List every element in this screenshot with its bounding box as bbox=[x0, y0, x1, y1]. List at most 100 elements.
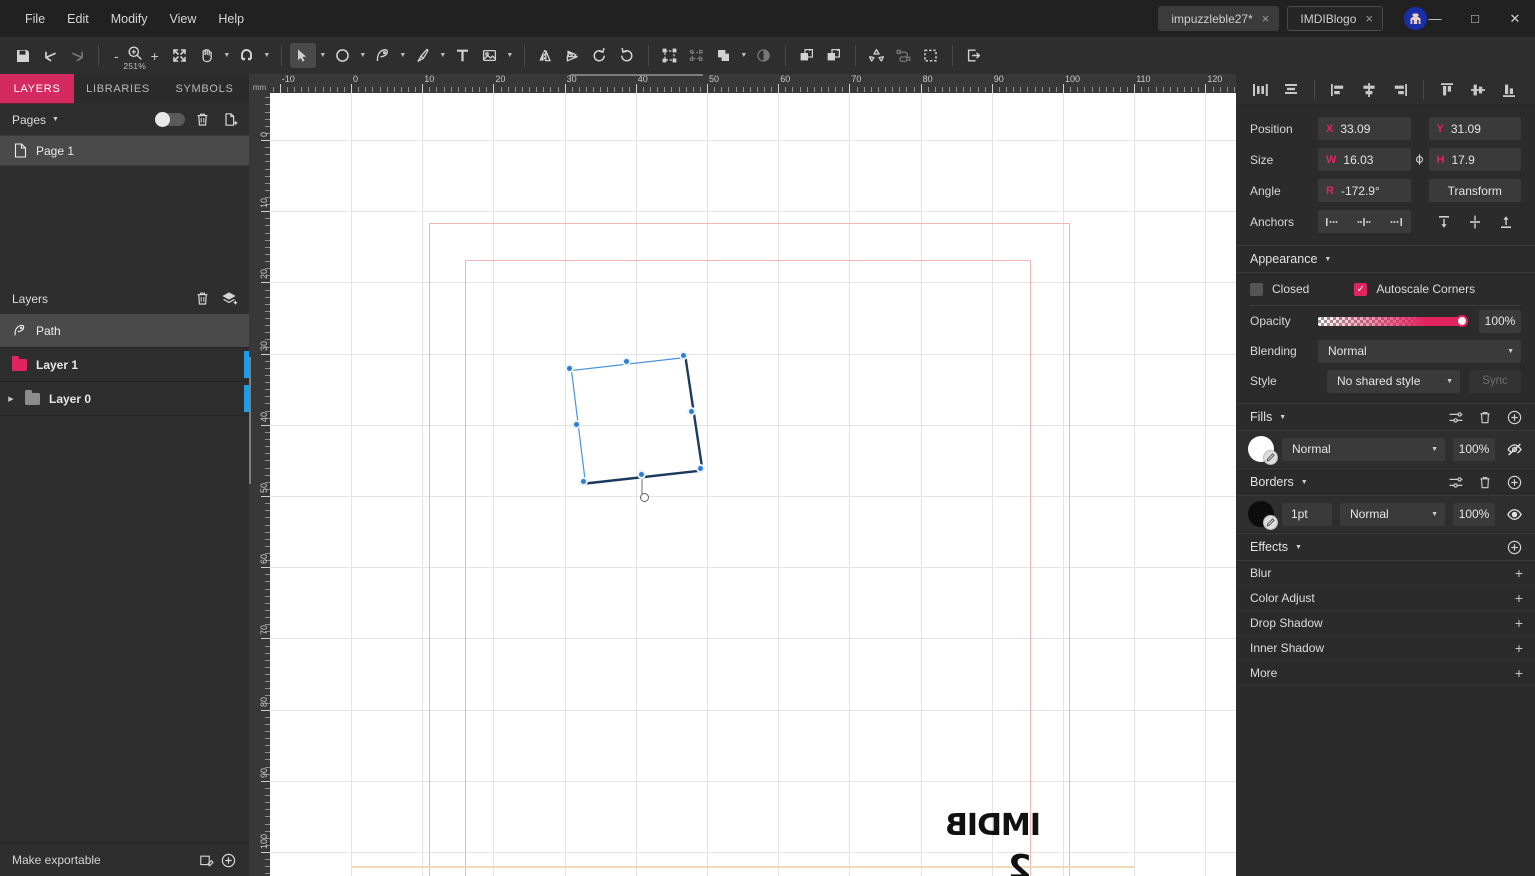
tab-layers[interactable]: LAYERS bbox=[0, 74, 74, 103]
selection-handle[interactable] bbox=[687, 407, 696, 416]
link-ratio-icon[interactable] bbox=[1411, 152, 1429, 167]
flip-horizontal-icon[interactable] bbox=[533, 43, 559, 68]
add-effect-icon[interactable]: + bbox=[1515, 641, 1523, 655]
bring-to-front-icon[interactable] bbox=[794, 43, 820, 68]
layer-row-layer-1[interactable]: Layer 1 bbox=[0, 348, 249, 382]
window-close-button[interactable]: ✕ bbox=[1495, 0, 1535, 37]
flip-vertical-icon[interactable] bbox=[560, 43, 586, 68]
chevron-right-icon[interactable]: ▶ bbox=[6, 395, 16, 403]
selection-handle[interactable] bbox=[571, 420, 581, 429]
border-opacity-input[interactable]: 100% bbox=[1453, 502, 1495, 526]
effect-row-more[interactable]: More + bbox=[1236, 661, 1535, 686]
sliders-icon[interactable] bbox=[1445, 471, 1467, 493]
zoom-out-button[interactable]: - bbox=[111, 48, 122, 64]
menu-view[interactable]: View bbox=[159, 8, 208, 30]
anchor-center-icon[interactable] bbox=[1351, 211, 1378, 232]
fills-section-header[interactable]: Fills ▼ bbox=[1236, 403, 1535, 431]
selection-handle[interactable] bbox=[564, 363, 574, 373]
opacity-slider-handle[interactable] bbox=[1456, 314, 1468, 327]
align-left-icon[interactable] bbox=[1323, 78, 1353, 102]
plus-circle-icon[interactable] bbox=[1503, 536, 1525, 558]
marquee-icon[interactable] bbox=[918, 43, 944, 68]
plus-circle-icon[interactable] bbox=[217, 849, 239, 871]
send-to-back-icon[interactable] bbox=[821, 43, 847, 68]
menu-modify[interactable]: Modify bbox=[100, 8, 159, 30]
size-h-input[interactable]: H 17.9 bbox=[1428, 148, 1521, 171]
trash-icon[interactable] bbox=[1474, 471, 1496, 493]
add-effect-icon[interactable]: + bbox=[1515, 666, 1523, 680]
layer-row-path[interactable]: Path bbox=[0, 314, 249, 348]
size-w-input[interactable]: W 16.03 bbox=[1318, 148, 1411, 171]
image-tool-icon[interactable] bbox=[477, 43, 503, 68]
vertical-ruler[interactable]: 0 10 20 30 40 50 60 70 80 90 100 bbox=[249, 93, 270, 876]
add-effect-icon[interactable]: + bbox=[1515, 591, 1523, 605]
layer-row-layer-0[interactable]: ▶ Layer 0 bbox=[0, 382, 249, 416]
selection-handle[interactable] bbox=[578, 476, 588, 486]
chevron-down-icon[interactable]: ▼ bbox=[1295, 544, 1302, 551]
list-item[interactable]: Page 1 bbox=[0, 135, 249, 166]
chevron-down-icon[interactable]: ▼ bbox=[357, 43, 369, 68]
text-tool-icon[interactable] bbox=[450, 43, 476, 68]
trash-icon[interactable] bbox=[191, 288, 213, 310]
appearance-section-header[interactable]: Appearance ▼ bbox=[1236, 245, 1535, 273]
effect-row-drop-shadow[interactable]: Drop Shadow + bbox=[1236, 611, 1535, 636]
position-x-input[interactable]: X 33.09 bbox=[1318, 117, 1411, 140]
trash-icon[interactable] bbox=[191, 109, 213, 131]
distribute-horizontal-icon[interactable] bbox=[1245, 78, 1275, 102]
chevron-down-icon[interactable]: ▼ bbox=[437, 43, 449, 68]
selection-handle[interactable] bbox=[621, 357, 631, 366]
align-center-v-icon[interactable] bbox=[1463, 78, 1493, 102]
anchor-left-icon[interactable] bbox=[1320, 211, 1347, 232]
border-color-swatch[interactable] bbox=[1248, 501, 1278, 530]
sync-button[interactable]: Sync bbox=[1469, 369, 1521, 393]
pointer-tool-icon[interactable] bbox=[289, 43, 316, 68]
horizontal-ruler[interactable]: -10 0 10 20 30 40 50 60 70 80 90 100 110 120 bbox=[270, 74, 1236, 93]
distribute-vertical-icon[interactable] bbox=[1276, 78, 1306, 102]
fill-opacity-input[interactable]: 100% bbox=[1453, 437, 1495, 461]
angle-r-input[interactable]: R -172.9° bbox=[1318, 179, 1411, 202]
autoscale-corners-checkbox[interactable]: ✓ bbox=[1354, 282, 1368, 296]
eye-off-icon[interactable] bbox=[1503, 438, 1525, 460]
effect-row-blur[interactable]: Blur + bbox=[1236, 561, 1535, 586]
add-page-icon[interactable] bbox=[219, 109, 241, 131]
position-y-input[interactable]: Y 31.09 bbox=[1428, 117, 1521, 140]
plus-circle-icon[interactable] bbox=[1503, 406, 1525, 428]
tab-libraries[interactable]: LIBRARIES bbox=[74, 74, 162, 103]
effect-row-inner-shadow[interactable]: Inner Shadow + bbox=[1236, 636, 1535, 661]
fill-color-swatch[interactable] bbox=[1248, 436, 1278, 465]
close-icon[interactable]: × bbox=[1365, 12, 1373, 25]
closed-checkbox[interactable] bbox=[1250, 282, 1263, 296]
menu-help[interactable]: Help bbox=[207, 8, 255, 30]
chevron-down-icon[interactable]: ▼ bbox=[738, 43, 750, 68]
save-icon[interactable] bbox=[10, 43, 36, 68]
menu-file[interactable]: File bbox=[14, 8, 56, 30]
effect-row-color-adjust[interactable]: Color Adjust + bbox=[1236, 586, 1535, 611]
document-tab-imdiblogo[interactable]: IMDIBlogo × bbox=[1287, 6, 1383, 31]
plus-circle-icon[interactable] bbox=[1503, 471, 1525, 493]
anchor-right-icon[interactable] bbox=[1382, 211, 1409, 232]
magnet-icon[interactable] bbox=[234, 43, 260, 68]
edit-pen-icon[interactable] bbox=[1263, 515, 1278, 530]
path-join-icon[interactable] bbox=[864, 43, 890, 68]
style-select[interactable]: No shared style ▼ bbox=[1327, 369, 1460, 393]
opacity-value-input[interactable]: 100% bbox=[1479, 309, 1521, 333]
ungroup-icon[interactable] bbox=[684, 43, 710, 68]
chevron-down-icon[interactable]: ▼ bbox=[221, 43, 233, 68]
anchor-top-icon[interactable] bbox=[1430, 211, 1457, 232]
add-effect-icon[interactable]: + bbox=[1515, 616, 1523, 630]
brush-tool-icon[interactable] bbox=[410, 43, 436, 68]
add-layer-icon[interactable] bbox=[219, 288, 241, 310]
undo-icon[interactable] bbox=[37, 43, 63, 68]
canvas-area[interactable]: IMDIB 2 bbox=[270, 93, 1236, 876]
rotate-cw-icon[interactable] bbox=[614, 43, 640, 68]
tab-symbols[interactable]: SYMBOLS bbox=[162, 74, 247, 103]
chevron-down-icon[interactable]: ▼ bbox=[504, 43, 516, 68]
border-width-input[interactable]: 1pt bbox=[1282, 502, 1332, 526]
menu-edit[interactable]: Edit bbox=[56, 8, 100, 30]
minimize-button[interactable]: — bbox=[1415, 0, 1455, 37]
chevron-down-icon[interactable]: ▼ bbox=[1324, 256, 1331, 263]
zoom-level-display[interactable]: 251% bbox=[123, 45, 146, 71]
rotate-ccw-icon[interactable] bbox=[587, 43, 613, 68]
effects-section-header[interactable]: Effects ▼ bbox=[1236, 533, 1535, 561]
align-right-icon[interactable] bbox=[1385, 78, 1415, 102]
